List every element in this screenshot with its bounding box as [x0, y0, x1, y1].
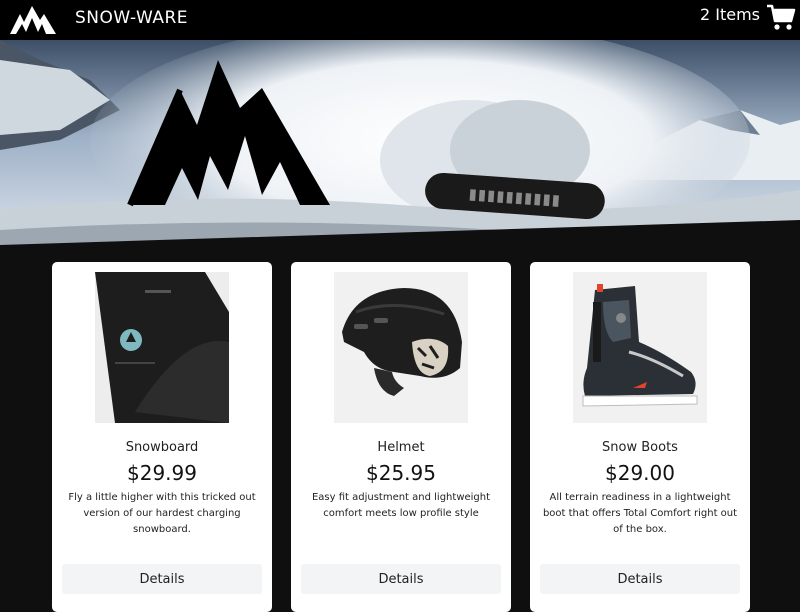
hero-scene: ▮▮▮▮▮▮▮▮▮▮ — [0, 40, 800, 252]
product-description: Fly a little higher with this tricked ou… — [68, 492, 256, 535]
snowboard-image[interactable] — [95, 272, 229, 423]
product-name: Snow Boots — [602, 440, 678, 455]
hero-banner: ▮▮▮▮▮▮▮▮▮▮ — [0, 40, 800, 252]
product-price: $25.95 — [366, 461, 436, 485]
details-button[interactable]: Details — [540, 564, 740, 594]
product-card-snow-boots: Snow Boots $29.00 All terrain readiness … — [530, 262, 750, 612]
cart-item-count[interactable]: 2 Items — [700, 5, 760, 24]
product-description: Easy fit adjustment and lightweight comf… — [311, 492, 491, 519]
details-button[interactable]: Details — [62, 564, 262, 594]
product-card-snowboard: Snowboard $29.99 Fly a little higher wit… — [52, 262, 272, 612]
product-name: Snowboard — [125, 440, 199, 455]
product-price: $29.00 — [605, 461, 675, 485]
helmet-image[interactable] — [334, 272, 468, 423]
shopping-cart-icon[interactable] — [766, 3, 796, 31]
product-description: All terrain readiness in a lightweight b… — [542, 492, 738, 535]
top-navbar: SNOW-WARE 2 Items — [0, 0, 800, 40]
details-button[interactable]: Details — [301, 564, 501, 594]
mountain-logo-icon[interactable] — [8, 2, 58, 36]
product-card-helmet: Helmet $25.95 Easy fit adjustment and li… — [291, 262, 511, 612]
brand-name[interactable]: SNOW-WARE — [75, 8, 188, 28]
product-name: Helmet — [377, 440, 425, 455]
snow-boots-image[interactable] — [573, 272, 707, 423]
product-price: $29.99 — [127, 461, 197, 485]
